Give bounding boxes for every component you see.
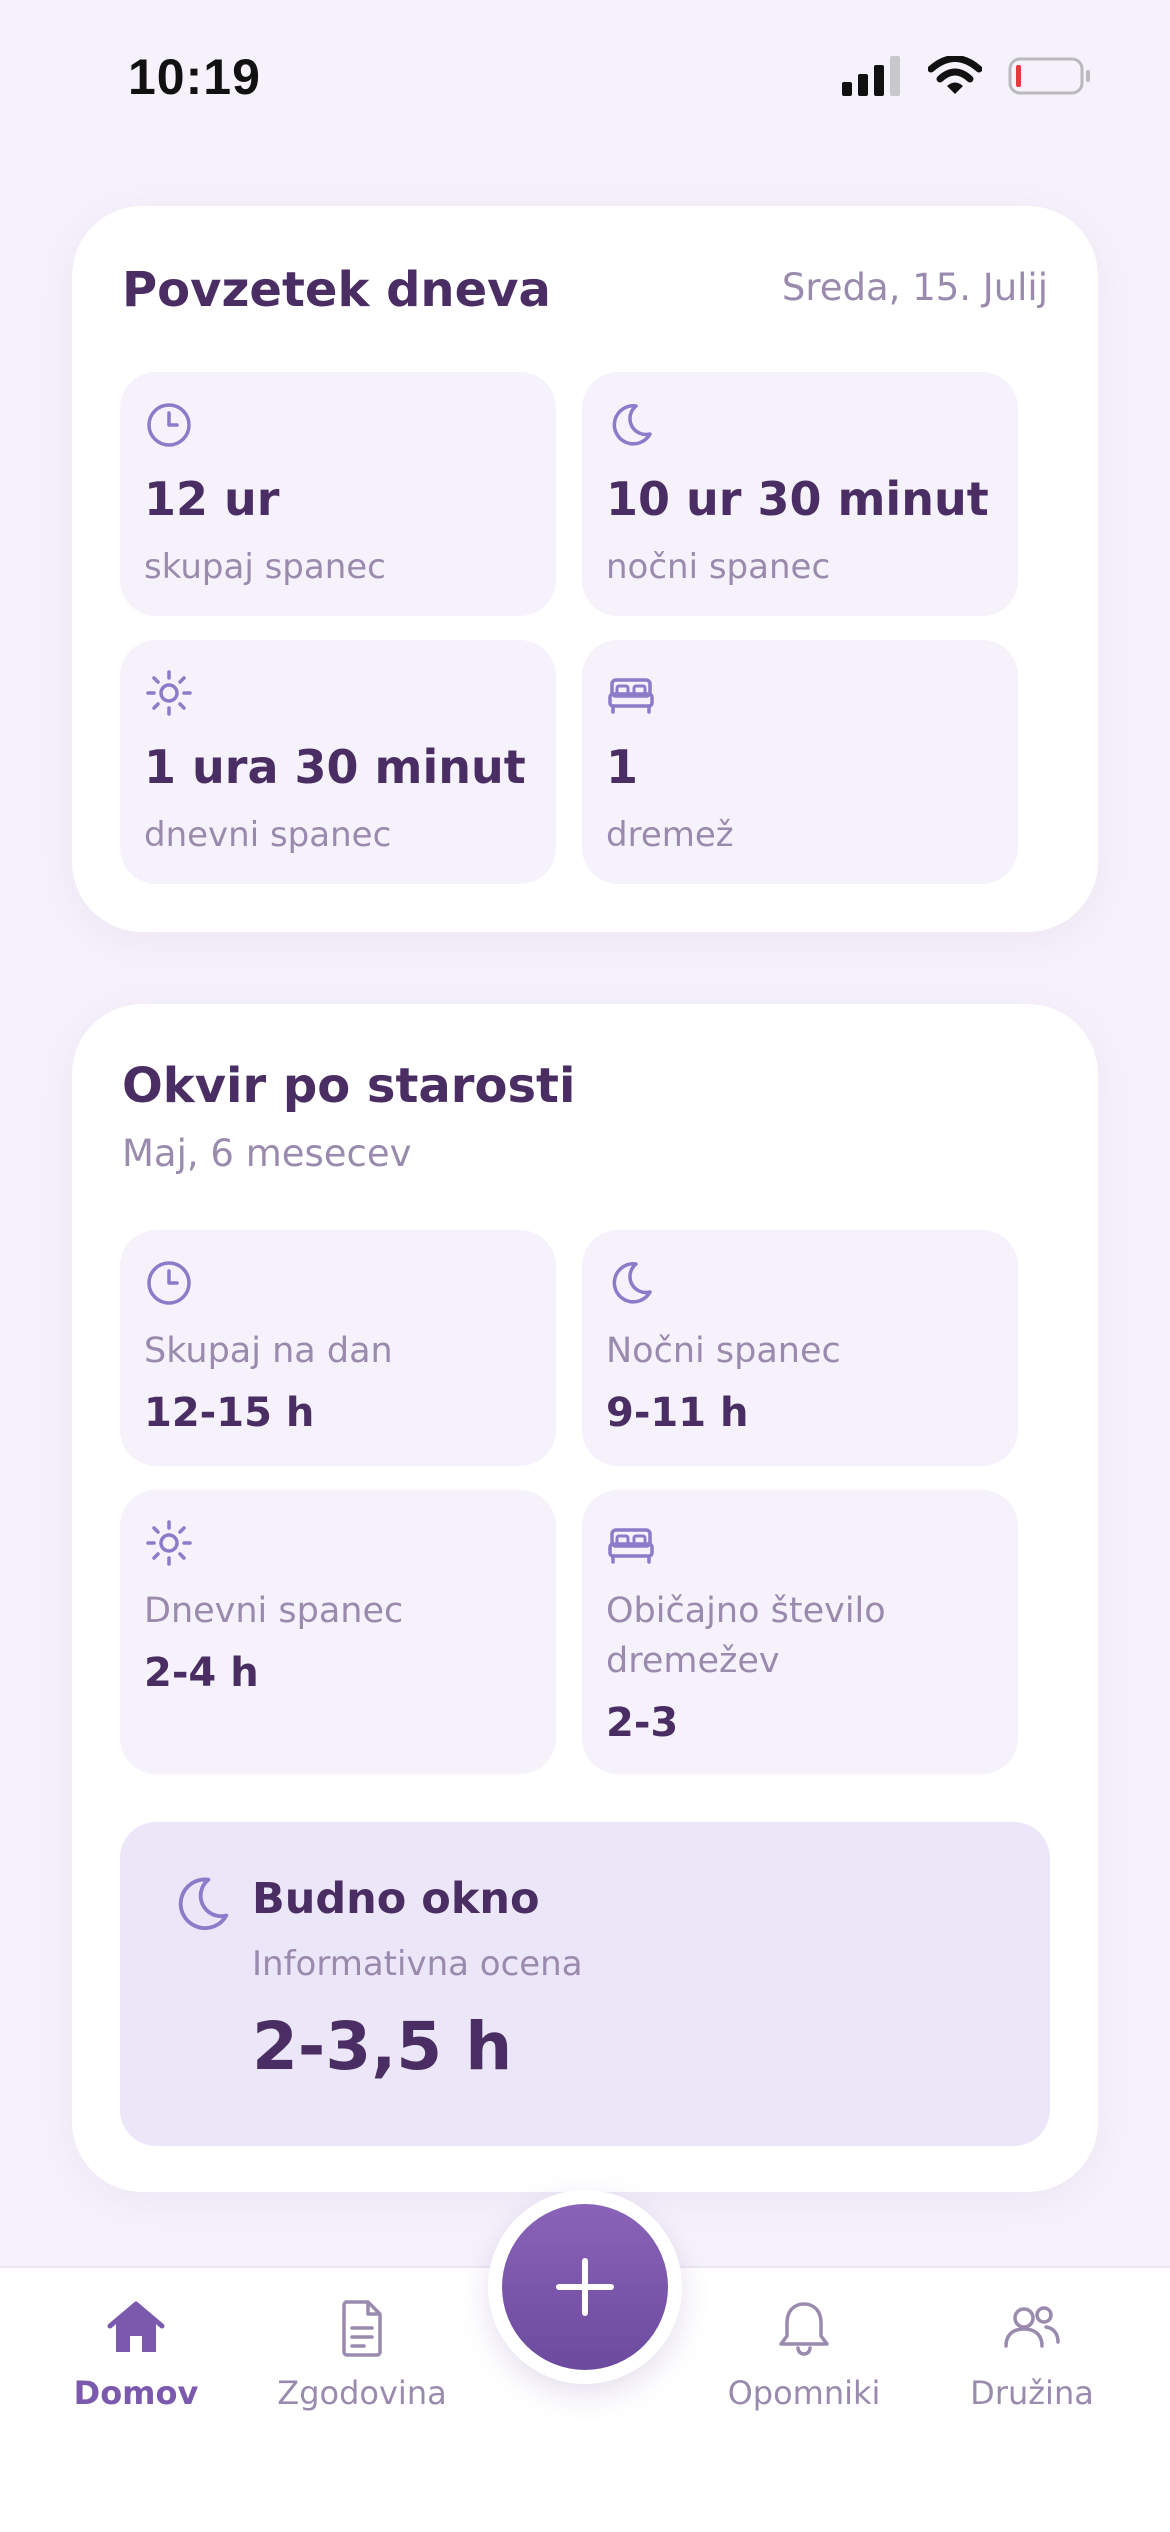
status-bar: 10:19 <box>0 0 1170 150</box>
summary-tile-total-sleep: 12 ur skupaj spanec <box>120 372 556 616</box>
summary-date: Sreda, 15. Julij <box>781 266 1048 309</box>
age-tile-night: Nočni spanec 9-11 h <box>582 1230 1018 1466</box>
summary-day-value: 1 ura 30 minut <box>144 740 526 794</box>
age-night-label: Nočni spanec <box>606 1331 841 1371</box>
age-day-label: Dnevni spanec <box>144 1591 404 1631</box>
age-total-value: 12-15 h <box>144 1390 315 1436</box>
summary-night-value: 10 ur 30 minut <box>606 472 989 526</box>
battery-icon <box>1008 57 1090 95</box>
family-icon <box>1004 2306 1060 2348</box>
wake-window-panel: Budno okno Informativna ocena 2-3,5 h <box>120 1822 1050 2146</box>
age-total-label: Skupaj na dan <box>144 1331 393 1371</box>
wake-window-title: Budno okno <box>252 1874 540 1924</box>
age-tile-day: Dnevni spanec 2-4 h <box>120 1490 556 1774</box>
summary-tile-day-sleep: 1 ura 30 minut dnevni spanec <box>120 640 556 884</box>
nav-home[interactable]: Domov <box>36 2268 236 2468</box>
bed-icon <box>608 1528 654 1564</box>
age-frame-subtitle: Maj, 6 mesecev <box>122 1132 412 1175</box>
sun-icon <box>146 1520 192 1566</box>
age-tile-total: Skupaj na dan 12-15 h <box>120 1230 556 1466</box>
age-frame-title: Okvir po starosti <box>122 1058 576 1114</box>
wifi-icon <box>928 56 982 94</box>
age-frame-card: Okvir po starosti Maj, 6 mesecev Skupaj … <box>72 1004 1098 2192</box>
summary-tile-naps: 1 dremež <box>582 640 1018 884</box>
daily-summary-card: Povzetek dneva Sreda, 15. Julij 12 ur sk… <box>72 206 1098 932</box>
status-time: 10:19 <box>128 49 261 105</box>
summary-naps-value: 1 <box>606 740 639 794</box>
cellular-signal-icon <box>842 56 900 96</box>
nav-history[interactable]: Zgodovina <box>262 2268 462 2468</box>
age-night-value: 9-11 h <box>606 1390 749 1436</box>
summary-total-caption: skupaj spanec <box>144 547 386 587</box>
moon-icon <box>612 1262 652 1304</box>
age-naps-label: Običajno število dremežev <box>606 1591 886 1681</box>
clock-icon <box>147 1261 191 1305</box>
sun-icon <box>146 670 192 716</box>
nav-reminders-label: Opomniki <box>727 2374 881 2412</box>
nav-reminders[interactable]: Opomniki <box>704 2268 904 2468</box>
summary-title: Povzetek dneva <box>122 262 551 318</box>
summary-day-caption: dnevni spanec <box>144 815 392 855</box>
wake-window-subtitle: Informativna ocena <box>252 1944 583 1984</box>
bell-icon <box>779 2302 829 2356</box>
status-icons <box>842 56 1092 96</box>
moon-icon <box>178 1877 229 1930</box>
document-icon <box>342 2300 382 2357</box>
nav-family-label: Družina <box>970 2374 1094 2412</box>
summary-night-caption: nočni spanec <box>606 547 831 587</box>
age-day-value: 2-4 h <box>144 1650 259 1696</box>
add-entry-button[interactable] <box>502 2204 668 2370</box>
bed-icon <box>608 678 654 714</box>
summary-naps-caption: dremež <box>606 815 734 855</box>
nav-history-label: Zgodovina <box>277 2374 447 2412</box>
age-tile-naps: Običajno število dremežev 2-3 <box>582 1490 1018 1774</box>
age-naps-value: 2-3 <box>606 1700 679 1746</box>
summary-total-value: 12 ur <box>144 472 280 526</box>
home-icon <box>107 2301 165 2352</box>
nav-family[interactable]: Družina <box>932 2268 1132 2468</box>
plus-icon <box>556 2258 614 2316</box>
nav-home-label: Domov <box>73 2374 199 2412</box>
wake-window-value: 2-3,5 h <box>252 2008 513 2085</box>
moon-icon <box>612 404 652 446</box>
clock-icon <box>147 403 191 447</box>
summary-tile-night-sleep: 10 ur 30 minut nočni spanec <box>582 372 1018 616</box>
